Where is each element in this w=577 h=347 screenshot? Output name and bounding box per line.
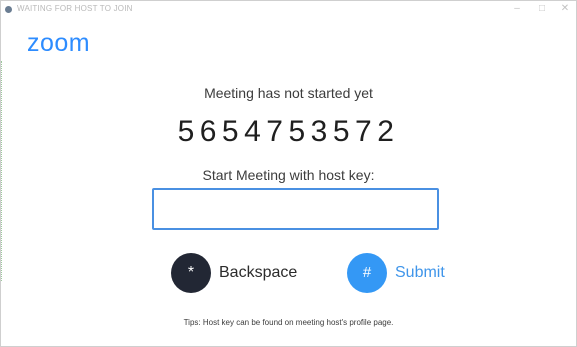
minimize-button[interactable]: – — [510, 3, 524, 15]
window-title: WAITING FOR HOST TO JOIN — [17, 4, 133, 13]
maximize-button[interactable]: □ — [535, 3, 549, 15]
close-button[interactable]: ✕ — [558, 3, 572, 15]
meeting-status-text: Meeting has not started yet — [204, 85, 373, 101]
submit-button[interactable]: # Submit — [347, 253, 457, 293]
asterisk-icon[interactable]: * — [171, 253, 211, 293]
host-key-label: Start Meeting with host key: — [202, 167, 375, 183]
zoom-app-icon — [5, 6, 12, 13]
hash-icon[interactable]: # — [347, 253, 387, 293]
submit-label[interactable]: Submit — [395, 264, 445, 282]
zoom-window: WAITING FOR HOST TO JOIN – □ ✕ zoom Meet… — [0, 0, 577, 347]
title-bar: WAITING FOR HOST TO JOIN – □ ✕ — [1, 1, 576, 19]
meeting-id: 5654753572 — [177, 115, 400, 148]
zoom-logo: zoom — [27, 29, 91, 57]
tips-text: Tips: Host key can be found on meeting h… — [183, 318, 394, 327]
host-key-input[interactable] — [152, 188, 439, 230]
window-edge-mark — [1, 61, 4, 281]
backspace-button[interactable]: * Backspace — [171, 253, 316, 293]
backspace-label[interactable]: Backspace — [219, 264, 297, 282]
